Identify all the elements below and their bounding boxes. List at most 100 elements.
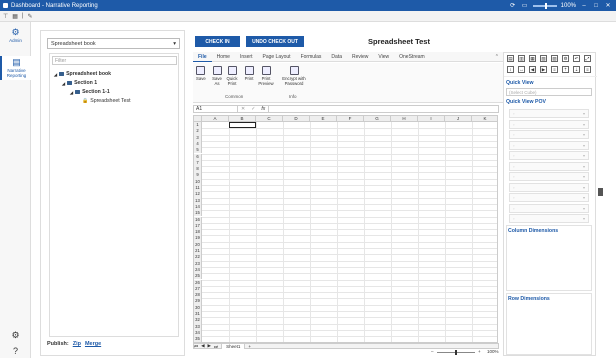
panel-tool-icon[interactable]: ↔ [518,66,525,73]
tree-filter-input[interactable]: Filter [52,56,177,65]
add-sheet-icon[interactable]: + [248,344,251,349]
panel-tool-icon[interactable]: ↕ [507,66,514,73]
panel-tool-icon[interactable]: ≡ [551,66,558,73]
tab-review[interactable]: Review [347,52,373,62]
pov-dimension-row[interactable]: ▫ ▾ [509,109,589,118]
display-icon[interactable]: ▭ [521,2,529,10]
panel-tool-icon[interactable]: ◀ [529,66,536,73]
column-header[interactable]: K [472,116,497,122]
pov-pick-icon[interactable]: ▾ [583,122,585,127]
tree-item-book[interactable]: ◢ Spreadsheet book [54,71,111,77]
formula-input[interactable] [268,106,498,112]
pov-dimension-row[interactable]: ▫ ▾ [509,182,589,192]
sheet-grid[interactable]: A B C D E F G H I J K 1 2 3 4 5 6 7 8 9 10 11 12 13 14 15 16 17 18 19… [193,115,498,343]
expand-icon[interactable]: ◢ [62,81,65,86]
pov-dimension-row[interactable]: ▫ ▾ [509,203,589,213]
panel-tool-icon[interactable]: ⤢ [584,55,591,62]
column-header[interactable]: G [364,116,391,122]
tab-page-layout[interactable]: Page Layout [257,52,295,62]
panel-collapse-handle[interactable] [598,188,603,196]
panel-tool-icon[interactable]: ▨ [551,55,558,62]
panel-tool-icon[interactable]: ≡ [584,66,591,73]
grid-icon[interactable]: ▦ [12,13,18,20]
panel-tool-icon[interactable]: ⚙ [562,55,569,62]
column-header[interactable]: I [418,116,445,122]
tab-home[interactable]: Home [212,52,235,62]
pencil-icon[interactable]: ✎ [27,13,32,20]
maximize-icon[interactable]: □ [592,2,600,10]
minimize-icon[interactable]: – [580,2,588,10]
column-dimensions-box[interactable]: Column Dimensions [506,225,592,291]
column-header[interactable]: D [283,116,310,122]
filter-icon[interactable]: ⊤ [3,13,8,20]
column-header[interactable]: C [256,116,283,122]
pov-dimension-row[interactable]: ▫ ▾ [509,193,589,202]
settings-icon[interactable]: ⚙ [0,330,31,341]
print-button[interactable]: Print [243,66,255,81]
save-button[interactable]: Save [196,66,206,81]
panel-tool-icon[interactable]: ▥ [518,55,525,62]
pov-pick-icon[interactable]: ▾ [583,143,585,148]
row-header[interactable]: 35 [194,336,202,342]
pov-pick-icon[interactable]: ▾ [583,164,585,169]
pov-pick-icon[interactable]: ▾ [583,206,585,211]
ribbon-collapse-icon[interactable]: ⌃ [495,54,503,60]
print-preview-button[interactable]: Print Preview [258,66,274,86]
panel-tool-icon[interactable]: ⇣ [573,66,580,73]
name-box[interactable]: A1 [194,106,238,112]
save-as-button[interactable]: Save As [211,66,223,86]
pov-dimension-row[interactable]: ▫ ▾ [509,161,589,171]
tab-view[interactable]: View [373,52,394,62]
column-header[interactable]: E [310,116,337,122]
pov-dimension-row[interactable]: ▫ ▾ [509,151,589,160]
pov-pick-icon[interactable]: ▾ [583,111,585,116]
pov-dimension-row[interactable]: ▫ ▾ [509,130,589,139]
tree-item-spreadsheet-test[interactable]: 🔒 Spreadsheet Test [82,98,131,104]
refresh-icon[interactable]: ⟳ [509,2,517,10]
publish-zip-link[interactable]: Zip [73,341,81,347]
pov-dimension-row[interactable]: ▫ ▾ [509,214,589,223]
panel-tool-icon[interactable]: ▤ [507,55,514,62]
pov-dimension-row[interactable]: ▫ ▾ [509,172,589,181]
column-header[interactable]: F [337,116,364,122]
active-cell[interactable] [229,122,256,129]
nav-admin[interactable]: ⚙ Admin [0,28,31,44]
quick-print-button[interactable]: Quick Print [226,66,238,86]
sheet-tab[interactable]: Sheet1 [221,343,246,349]
zoom-in-icon[interactable]: + [478,349,481,354]
tree-item-section-1[interactable]: ◢ Section 1 [62,80,97,86]
column-header[interactable]: A [202,116,229,122]
panel-tool-icon[interactable]: ▧ [540,55,547,62]
tab-formulas[interactable]: Formulas [296,52,327,62]
pov-pick-icon[interactable]: ▾ [583,153,585,158]
nav-narrative-reporting[interactable]: ▤ Narrative Reporting [0,56,31,80]
pov-dimension-row[interactable]: ▫ ▾ [509,140,589,150]
expand-icon[interactable]: ◢ [70,90,73,95]
book-select[interactable]: Spreadsheet book ▾ [47,38,180,49]
panel-tool-icon[interactable]: ▶ [540,66,547,73]
zoom-out-icon[interactable]: – [431,349,434,354]
column-header[interactable]: J [445,116,472,122]
cancel-icon[interactable]: ✕ [238,106,248,112]
column-header[interactable]: H [391,116,418,122]
tab-insert[interactable]: Insert [235,52,258,62]
tree-item-section-1-1[interactable]: ◢ Section 1-1 [70,89,110,95]
panel-tool-icon[interactable]: ▦ [529,55,536,62]
close-icon[interactable]: ✕ [604,2,612,10]
last-sheet-icon[interactable]: ⏭ [214,344,218,349]
tab-onestream[interactable]: OneStream [394,52,430,62]
expand-icon[interactable]: ◢ [54,72,57,77]
check-in-button[interactable]: CHECK IN [195,36,240,47]
undo-check-out-button[interactable]: UNDO CHECK OUT [246,36,304,47]
pov-pick-icon[interactable]: ▾ [583,132,585,137]
pov-pick-icon[interactable]: ▾ [583,216,585,221]
encrypt-button[interactable]: Encrypt with Password [280,66,308,86]
check-icon[interactable]: ✓ [248,106,258,112]
first-sheet-icon[interactable]: ⏮ [194,344,198,349]
row-dimensions-box[interactable]: Row Dimensions [506,293,592,355]
pov-pick-icon[interactable]: ▾ [583,195,585,200]
zoom-slider[interactable] [532,2,557,9]
panel-tool-icon[interactable]: ⇡ [562,66,569,73]
publish-merge-link[interactable]: Merge [85,341,101,347]
pov-dimension-row[interactable]: ▫ ▾ [509,119,589,129]
